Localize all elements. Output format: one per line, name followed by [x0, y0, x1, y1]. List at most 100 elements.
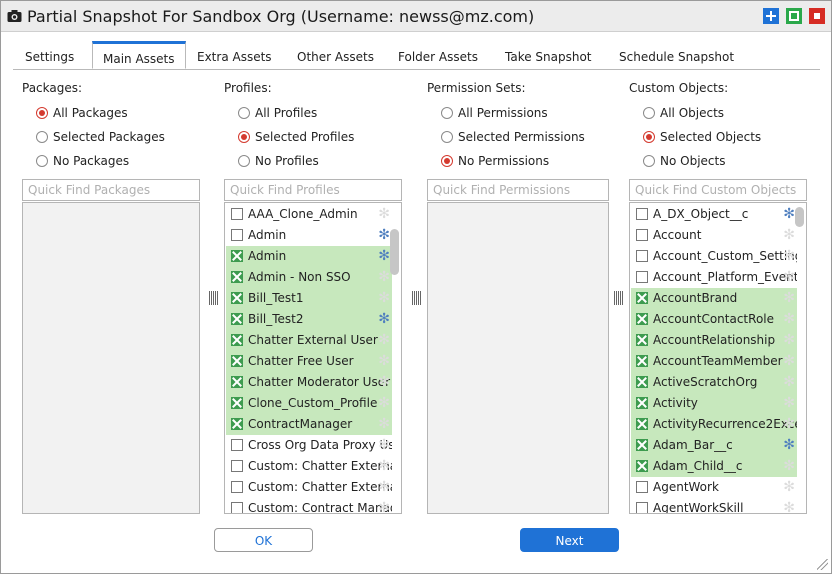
gear-icon[interactable]: ✻ [378, 332, 390, 348]
list-item[interactable]: Custom: Contract Manager✻ [226, 498, 392, 513]
list-item[interactable]: AgentWorkSkill ✻ [631, 498, 797, 513]
gear-icon[interactable]: ✻ [783, 437, 795, 453]
list-item[interactable]: Admin - Non SSO ✻ [226, 267, 392, 288]
list-item[interactable]: AccountRelationship ✻ [631, 330, 797, 351]
list-item[interactable]: AgentWork ✻ [631, 477, 797, 498]
tab-take-snapshot[interactable]: Take Snapshot [495, 45, 602, 69]
custom-objects-search-input[interactable] [635, 181, 800, 199]
checkbox[interactable] [636, 502, 648, 513]
tab-other-assets[interactable]: Other Assets [287, 45, 384, 69]
maximize-button[interactable] [786, 8, 802, 24]
radio-button[interactable] [238, 131, 250, 143]
gear-icon[interactable]: ✻ [783, 458, 795, 474]
tab-extra-assets[interactable]: Extra Assets [187, 45, 282, 69]
list-item[interactable]: Bill_Test1 ✻ [226, 288, 392, 309]
list-item[interactable]: Adam_Bar__c ✻ [631, 435, 797, 456]
checkbox[interactable] [636, 292, 648, 304]
gear-icon[interactable]: ✻ [378, 353, 390, 369]
custom-objects-list[interactable]: AgentWorkSkill ✻ AgentWork ✻ Adam_Child__c ✻ A… [629, 202, 807, 514]
profiles-scrollbar[interactable] [390, 205, 400, 511]
add-window-button[interactable] [763, 8, 779, 24]
radio-button[interactable] [441, 131, 453, 143]
gear-icon[interactable]: ✻ [783, 206, 795, 222]
checkbox[interactable] [636, 271, 648, 283]
checkbox[interactable] [231, 313, 243, 325]
gear-icon[interactable]: ✻ [783, 416, 795, 432]
checkbox[interactable] [231, 439, 243, 451]
list-item[interactable]: Custom: Chatter External ✻ [226, 477, 392, 498]
ok-button[interactable]: OK [214, 528, 313, 552]
radio-button[interactable] [238, 107, 250, 119]
gear-icon[interactable]: ✻ [378, 374, 390, 390]
radio-button[interactable] [36, 155, 48, 167]
list-item[interactable]: Chatter Moderator User ✻ [226, 372, 392, 393]
radio-button[interactable] [441, 107, 453, 119]
gear-icon[interactable]: ✻ [378, 248, 390, 264]
scroll-thumb[interactable] [390, 229, 399, 275]
checkbox[interactable] [636, 481, 648, 493]
gear-icon[interactable]: ✻ [783, 500, 795, 513]
permissions-search-input[interactable] [433, 181, 598, 199]
gear-icon[interactable]: ✻ [783, 269, 795, 285]
gear-icon[interactable]: ✻ [378, 458, 390, 474]
gear-icon[interactable]: ✻ [378, 395, 390, 411]
checkbox[interactable] [231, 355, 243, 367]
checkbox[interactable] [231, 418, 243, 430]
checkbox[interactable] [231, 250, 243, 262]
gear-icon[interactable]: ✻ [378, 290, 390, 306]
custom-objects-search[interactable] [629, 179, 807, 201]
list-item[interactable]: Admin ✻ [226, 246, 392, 267]
radio-button[interactable] [643, 155, 655, 167]
gear-icon[interactable]: ✻ [783, 311, 795, 327]
radio-button[interactable] [441, 155, 453, 167]
list-item[interactable]: ContractManager ✻ [226, 414, 392, 435]
checkbox[interactable] [231, 334, 243, 346]
list-item[interactable]: AccountTeamMember ✻ [631, 351, 797, 372]
next-button[interactable]: Next [520, 528, 619, 552]
gear-icon[interactable]: ✻ [783, 374, 795, 390]
checkbox[interactable] [636, 439, 648, 451]
splitter-handle[interactable] [209, 291, 218, 305]
gear-icon[interactable]: ✻ [378, 269, 390, 285]
list-item[interactable]: Bill_Test2 ✻ [226, 309, 392, 330]
gear-icon[interactable]: ✻ [783, 332, 795, 348]
custom-objects-scrollbar[interactable] [795, 205, 805, 511]
checkbox[interactable] [231, 397, 243, 409]
list-item[interactable]: ActivityRecurrence2Excep ✻ [631, 414, 797, 435]
list-item[interactable]: AccountBrand ✻ [631, 288, 797, 309]
gear-icon[interactable]: ✻ [378, 311, 390, 327]
gear-icon[interactable]: ✻ [378, 479, 390, 495]
profiles-list[interactable]: Custom: Contract Manager✻Custom: Chatter… [224, 202, 402, 514]
list-item[interactable]: Adam_Child__c ✻ [631, 456, 797, 477]
list-item[interactable]: Custom: Chatter External ✻ [226, 456, 392, 477]
list-item[interactable]: AccountContactRole ✻ [631, 309, 797, 330]
gear-icon[interactable]: ✻ [378, 416, 390, 432]
checkbox[interactable] [636, 418, 648, 430]
gear-icon[interactable]: ✻ [378, 500, 390, 513]
checkbox[interactable] [636, 208, 648, 220]
gear-icon[interactable]: ✻ [783, 248, 795, 264]
list-item[interactable]: Cross Org Data Proxy User ✻ [226, 435, 392, 456]
list-item[interactable]: Account_Custom_Setting ✻ [631, 246, 797, 267]
checkbox[interactable] [636, 355, 648, 367]
checkbox[interactable] [636, 229, 648, 241]
checkbox[interactable] [231, 502, 243, 513]
checkbox[interactable] [231, 460, 243, 472]
gear-icon[interactable]: ✻ [783, 290, 795, 306]
radio-button[interactable] [36, 131, 48, 143]
radio-button[interactable] [643, 131, 655, 143]
splitter-handle[interactable] [614, 291, 623, 305]
gear-icon[interactable]: ✻ [783, 227, 795, 243]
gear-icon[interactable]: ✻ [783, 395, 795, 411]
list-item[interactable]: Activity ✻ [631, 393, 797, 414]
checkbox[interactable] [231, 229, 243, 241]
list-item[interactable]: Clone_Custom_Profile ✻ [226, 393, 392, 414]
scroll-thumb[interactable] [795, 207, 804, 227]
checkbox[interactable] [231, 271, 243, 283]
gear-icon[interactable]: ✻ [378, 227, 390, 243]
tab-settings[interactable]: Settings [15, 45, 84, 69]
checkbox[interactable] [231, 292, 243, 304]
list-item[interactable]: Account ✻ [631, 225, 797, 246]
radio-button[interactable] [238, 155, 250, 167]
permissions-list[interactable] [427, 202, 609, 514]
